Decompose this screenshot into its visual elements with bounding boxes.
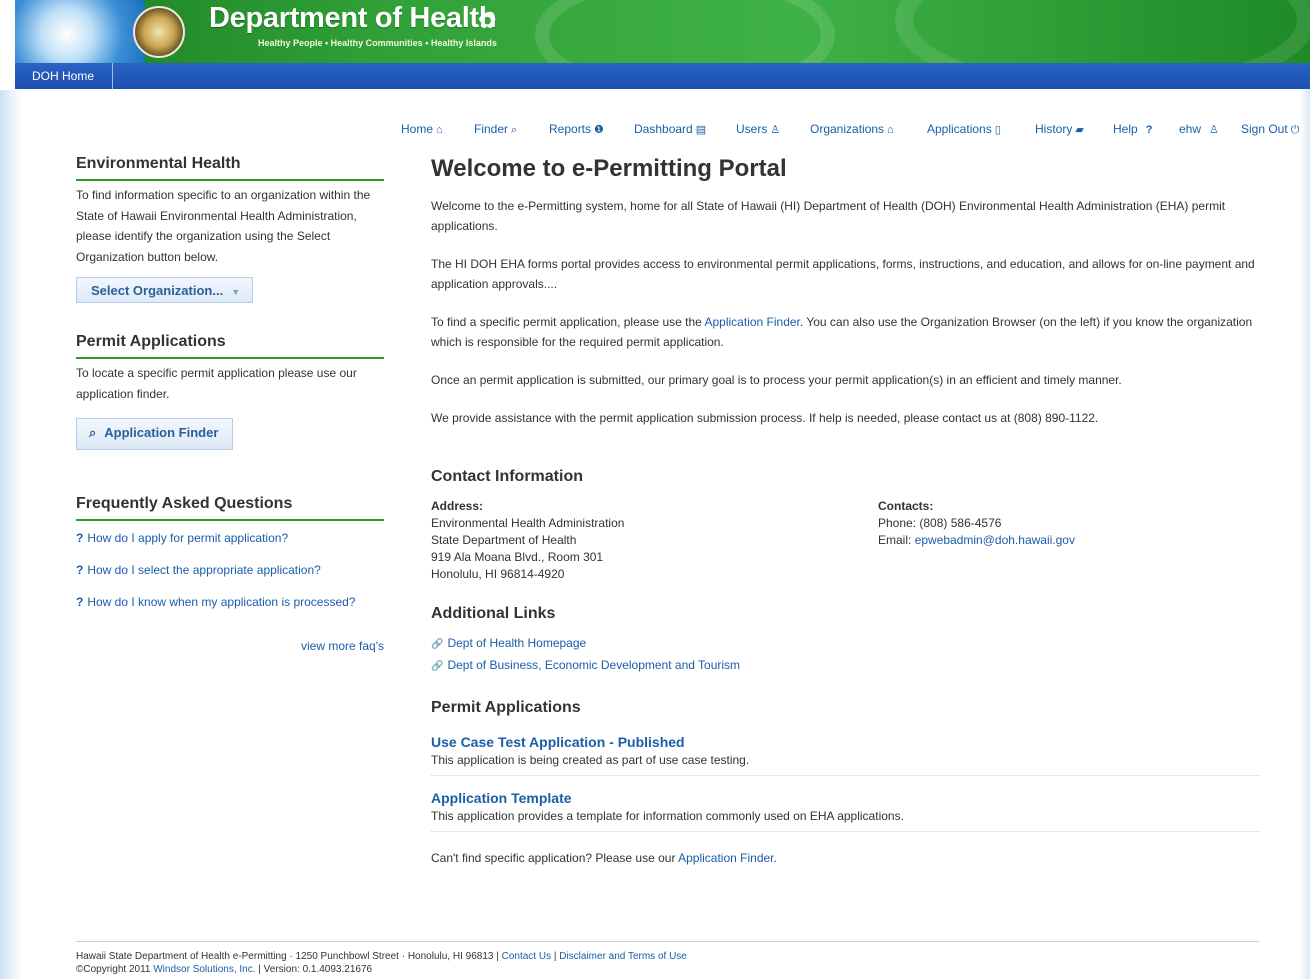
address-line: Environmental Health Administration: [431, 516, 625, 530]
flower-logo-icon: ✿: [478, 8, 497, 33]
faq-link[interactable]: ? How do I know when my application is pr…: [76, 595, 384, 609]
contact-us-link[interactable]: Contact Us: [502, 951, 551, 962]
faq-heading: Frequently Asked Questions: [76, 495, 384, 521]
application-finder-label: Application Finder: [104, 425, 219, 440]
additional-links-section: Additional Links 🔗 Dept of Health Homepag…: [431, 605, 1261, 677]
menu-dashboard[interactable]: Dashboard ▤: [634, 122, 706, 136]
address-line: 919 Ala Moana Blvd., Room 301: [431, 550, 604, 564]
user-icon: ♙: [1209, 124, 1219, 136]
divider: [431, 831, 1261, 832]
menu-reports[interactable]: Reports ❶: [549, 122, 604, 136]
application-finder-link[interactable]: Application Finder: [705, 315, 800, 329]
application-item: Application Template This application pr…: [431, 790, 1261, 832]
application-item: Use Case Test Application - Published Th…: [431, 734, 1261, 776]
menu-help[interactable]: Help?: [1113, 122, 1152, 136]
menu-organizations[interactable]: Organizations ⌂: [810, 122, 894, 136]
doh-homepage-link[interactable]: 🔗 Dept of Health Homepage: [431, 633, 1261, 655]
department-tagline: Healthy People • Healthy Communities • H…: [258, 38, 497, 48]
view-more-faqs-link[interactable]: view more faq's: [76, 639, 384, 653]
permit-applications-text: To locate a specific permit application …: [76, 366, 357, 401]
forms-portal-paragraph: The HI DOH EHA forms portal provides acc…: [431, 257, 1255, 291]
disclaimer-link[interactable]: Disclaimer and Terms of Use: [559, 951, 687, 962]
menu-history[interactable]: History ▰: [1035, 122, 1084, 136]
menu-finder[interactable]: Finder ⌕: [474, 122, 517, 137]
question-icon: ?: [76, 531, 84, 545]
contact-section: Contact Information Address: Environment…: [431, 468, 1261, 583]
address-line: Honolulu, HI 96814-4920: [431, 567, 565, 581]
permit-applications-heading: Permit Applications: [76, 333, 384, 359]
link-icon: 🔗: [431, 639, 444, 650]
application-finder-button[interactable]: ⌕ Application Finder: [76, 418, 234, 450]
site-footer: Hawaii State Department of Health e-Perm…: [76, 941, 1259, 976]
address-block: Address: Environmental Health Administra…: [431, 498, 878, 583]
question-icon: ?: [76, 595, 84, 609]
main-content: Welcome to e-Permitting Portal Welcome t…: [431, 155, 1261, 865]
contact-phone: Phone: (808) 586-4576: [878, 516, 1002, 530]
application-description: This application provides a template for…: [431, 809, 904, 823]
left-decoration: [0, 90, 22, 979]
divider: [431, 775, 1261, 776]
dbedt-link[interactable]: 🔗 Dept of Business, Economic Development …: [431, 655, 1261, 677]
contacts-label: Contacts:: [878, 499, 934, 513]
cant-find-text: Can't find specific application? Please …: [431, 851, 777, 865]
chevron-down-icon: ▼: [231, 287, 241, 297]
header-swoosh: [535, 0, 835, 63]
menu-home[interactable]: Home ⌂: [401, 122, 443, 136]
footer-line-2: ©Copyright 2011 Windsor Solutions, Inc. …: [76, 964, 373, 975]
search-icon: ⌕: [511, 124, 518, 136]
windsor-solutions-link[interactable]: Windsor Solutions, Inc.: [153, 964, 255, 975]
menu-users[interactable]: Users ♙: [736, 122, 780, 136]
menu-user-ehw[interactable]: ehw ♙: [1179, 122, 1219, 136]
left-sidebar: Environmental Health To find information…: [76, 155, 384, 653]
dashboard-icon: ▤: [695, 124, 707, 136]
additional-links-heading: Additional Links: [431, 605, 556, 622]
state-seal-icon: [133, 6, 185, 58]
menu-applications[interactable]: Applications ▯: [927, 122, 1001, 136]
application-description: This application is being created as par…: [431, 753, 750, 767]
environmental-health-heading: Environmental Health: [76, 155, 384, 181]
permit-applications-main-heading: Permit Applications: [431, 699, 581, 716]
contact-email-link[interactable]: epwebadmin@doh.hawaii.gov: [915, 533, 1075, 547]
application-title-link[interactable]: Application Template: [431, 790, 1261, 806]
building-icon: ⌂: [887, 124, 894, 136]
right-decoration: [1300, 0, 1310, 979]
assistance-paragraph: We provide assistance with the permit ap…: [431, 411, 1099, 425]
question-icon: ?: [76, 563, 84, 577]
document-icon: ▯: [994, 124, 1001, 136]
search-icon: ⌕: [89, 425, 97, 440]
link-icon: 🔗: [431, 661, 444, 672]
permit-applications-section: Permit Applications Use Case Test Applic…: [431, 699, 1261, 865]
address-label: Address:: [431, 499, 484, 513]
home-icon: ⌂: [436, 124, 443, 136]
intro-paragraph: Welcome to the e-Permitting system, home…: [431, 199, 1226, 233]
info-icon: ❶: [594, 124, 604, 136]
finder-paragraph: To find a specific permit application, p…: [431, 315, 1253, 349]
help-icon: ?: [1145, 124, 1153, 136]
main-navbar: DOH Home: [15, 63, 1310, 89]
page-title: Welcome to e-Permitting Portal: [431, 155, 787, 182]
select-organization-button[interactable]: Select Organization... ▼: [76, 277, 254, 303]
power-icon: ⏻: [1290, 124, 1300, 136]
faq-link[interactable]: ? How do I select the appropriate applica…: [76, 563, 384, 577]
contact-email-row: Email: epwebadmin@doh.hawaii.gov: [878, 533, 1075, 547]
header-wave-image: [15, 0, 145, 63]
application-title-link[interactable]: Use Case Test Application - Published: [431, 734, 1261, 750]
faq-link[interactable]: ? How do I apply for permit application?: [76, 531, 384, 545]
select-organization-label: Select Organization...: [91, 283, 224, 298]
address-line: State Department of Health: [431, 533, 577, 547]
footer-line-1: Hawaii State Department of Health e-Perm…: [76, 951, 687, 962]
processing-paragraph: Once an permit application is submitted,…: [431, 373, 1122, 387]
department-title: Department of Health: [209, 2, 497, 34]
user-icon: ♙: [770, 124, 781, 136]
contact-heading: Contact Information: [431, 468, 583, 485]
environmental-health-text: To find information specific to an organ…: [76, 188, 371, 264]
header-swoosh: [895, 0, 1310, 63]
folder-icon: ▰: [1075, 124, 1084, 136]
menu-sign-out[interactable]: Sign Out ⏻: [1241, 122, 1299, 137]
contacts-block: Contacts: Phone: (808) 586-4576 Email: e…: [878, 498, 1075, 583]
doh-home-link[interactable]: DOH Home: [15, 63, 114, 89]
application-finder-link[interactable]: Application Finder: [678, 851, 773, 865]
